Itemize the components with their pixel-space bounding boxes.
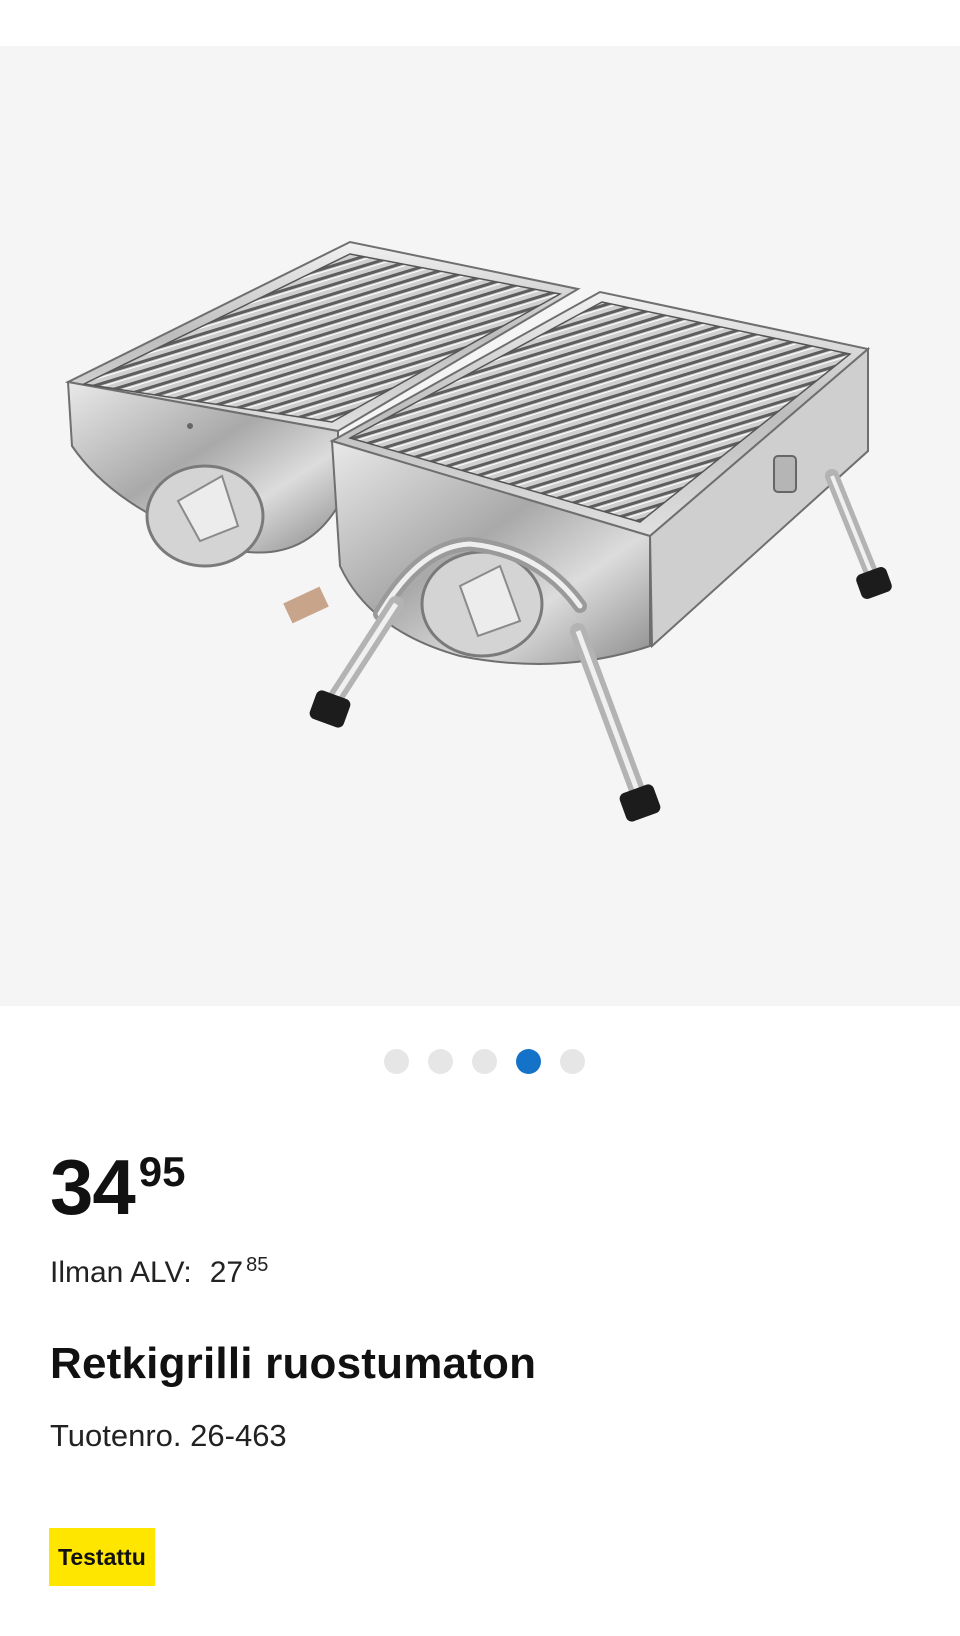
ex-vat-label: Ilman ALV: [50, 1256, 192, 1289]
price: 34 95 [50, 1148, 185, 1226]
carousel-dot-2[interactable] [427, 1049, 453, 1074]
price-whole: 34 [50, 1143, 136, 1231]
price-cents: 95 [138, 1148, 186, 1195]
product-page: 34 95 Ilman ALV: 27 85 Retkigrilli ruost… [0, 0, 960, 1636]
product-image-gallery[interactable] [0, 46, 960, 1006]
carousel-dot-5[interactable] [559, 1049, 585, 1074]
carousel-dot-4[interactable] [515, 1049, 541, 1074]
ex-vat-whole: 27 [209, 1256, 244, 1289]
carousel-dot-3[interactable] [471, 1049, 497, 1074]
tested-badge: Testattu [49, 1528, 155, 1586]
product-number: Tuotenro. 26-463 [50, 1418, 287, 1453]
ex-vat-cents: 85 [246, 1254, 269, 1276]
image-carousel-dots [0, 1049, 960, 1074]
product-image[interactable] [0, 46, 960, 1006]
product-title: Retkigrilli ruostumaton [50, 1339, 537, 1388]
price-excluding-vat: Ilman ALV: 27 85 [50, 1254, 269, 1290]
carousel-dot-1[interactable] [383, 1049, 409, 1074]
